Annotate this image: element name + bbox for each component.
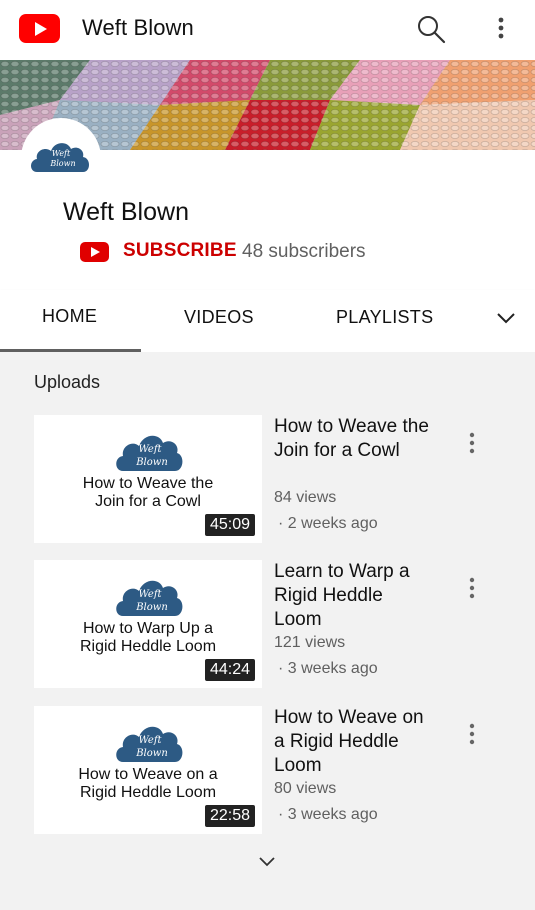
cloud-logo-icon: Weft Blown: [116, 726, 183, 762]
duration-badge: 45:09: [204, 514, 255, 536]
video-age: · 3 weeks ago: [278, 660, 378, 677]
more-vert-icon[interactable]: [488, 12, 514, 46]
cloud-logo-icon: Weft Blown: [116, 435, 183, 471]
search-icon[interactable]: [414, 12, 448, 46]
duration-badge: 44:24: [204, 659, 255, 681]
subscribe-button[interactable]: SUBSCRIBE: [123, 240, 237, 262]
tab-videos[interactable]: VIDEOS: [184, 307, 254, 328]
more-vert-icon[interactable]: [462, 431, 482, 457]
avatar-text-weft: Weft: [52, 149, 71, 158]
video-title[interactable]: How to Weave on a Rigid Heddle Loom: [274, 706, 434, 778]
video-item[interactable]: Weft Blown How to Warp Up a Rigid Heddle…: [0, 560, 535, 690]
chevron-down-icon[interactable]: [494, 306, 518, 330]
thumb-logo-weft: Weft: [138, 735, 162, 746]
thumbnail-caption-line: How to Weave on a: [78, 766, 218, 783]
video-thumbnail[interactable]: Weft Blown How to Warp Up a Rigid Heddle…: [34, 560, 262, 688]
youtube-play-icon: [80, 242, 109, 262]
channel-tabs: HOME VIDEOS PLAYLISTS: [0, 290, 535, 352]
video-views: 84 views: [274, 489, 337, 506]
video-views: 80 views: [274, 780, 337, 797]
youtube-logo-icon[interactable]: [19, 14, 60, 43]
video-age: · 2 weeks ago: [278, 515, 378, 532]
thumbnail-caption-line: Rigid Heddle Loom: [79, 784, 217, 801]
thumb-logo-blown: Blown: [135, 602, 168, 613]
more-vert-icon[interactable]: [462, 722, 482, 748]
avatar-text-blown: Blown: [49, 159, 75, 168]
video-thumbnail[interactable]: Weft Blown How to Weave the Join for a C…: [34, 415, 262, 543]
thumbnail-caption: How to Weave the Join for a Cowl: [34, 475, 262, 511]
thumb-logo-blown: Blown: [135, 457, 168, 468]
duration-badge: 22:58: [204, 805, 255, 827]
thumbnail-caption-line: How to Warp Up a: [82, 620, 214, 637]
cloud-logo-icon: Weft Blown: [116, 580, 183, 616]
more-vert-icon[interactable]: [462, 576, 482, 602]
channel-avatar[interactable]: Weft Blown: [21, 118, 101, 198]
video-thumbnail[interactable]: Weft Blown How to Weave on a Rigid Heddl…: [34, 706, 262, 834]
video-views: 121 views: [274, 634, 346, 651]
section-title: Uploads: [34, 372, 101, 392]
subscriber-count: 48 subscribers: [242, 241, 366, 262]
thumbnail-caption-line: Rigid Heddle Loom: [79, 638, 217, 655]
thumb-logo-weft: Weft: [138, 589, 162, 600]
video-item[interactable]: Weft Blown How to Weave on a Rigid Heddl…: [0, 706, 535, 836]
thumbnail-caption-line: How to Weave the: [82, 475, 214, 492]
uploads-section: Uploads Weft Blown How to Weave the Join…: [0, 352, 535, 910]
thumbnail-caption: How to Weave on a Rigid Heddle Loom: [34, 766, 262, 802]
app-bar-title: Weft Blown: [82, 15, 194, 40]
expand-chevron-down-icon[interactable]: [255, 850, 279, 874]
thumbnail-caption: How to Warp Up a Rigid Heddle Loom: [34, 620, 262, 656]
channel-name: Weft Blown: [63, 198, 189, 226]
video-title[interactable]: Learn to Warp a Rigid Heddle Loom: [274, 560, 434, 632]
video-item[interactable]: Weft Blown How to Weave the Join for a C…: [0, 415, 535, 545]
top-app-bar: Weft Blown: [0, 0, 535, 60]
video-title[interactable]: How to Weave the Join for a Cowl: [274, 415, 434, 463]
thumbnail-caption-line: Join for a Cowl: [95, 493, 201, 510]
thumb-logo-weft: Weft: [138, 444, 162, 455]
tab-playlists[interactable]: PLAYLISTS: [336, 307, 433, 328]
video-age: · 3 weeks ago: [278, 806, 378, 823]
thumb-logo-blown: Blown: [135, 748, 168, 759]
tab-home[interactable]: HOME: [42, 306, 97, 327]
